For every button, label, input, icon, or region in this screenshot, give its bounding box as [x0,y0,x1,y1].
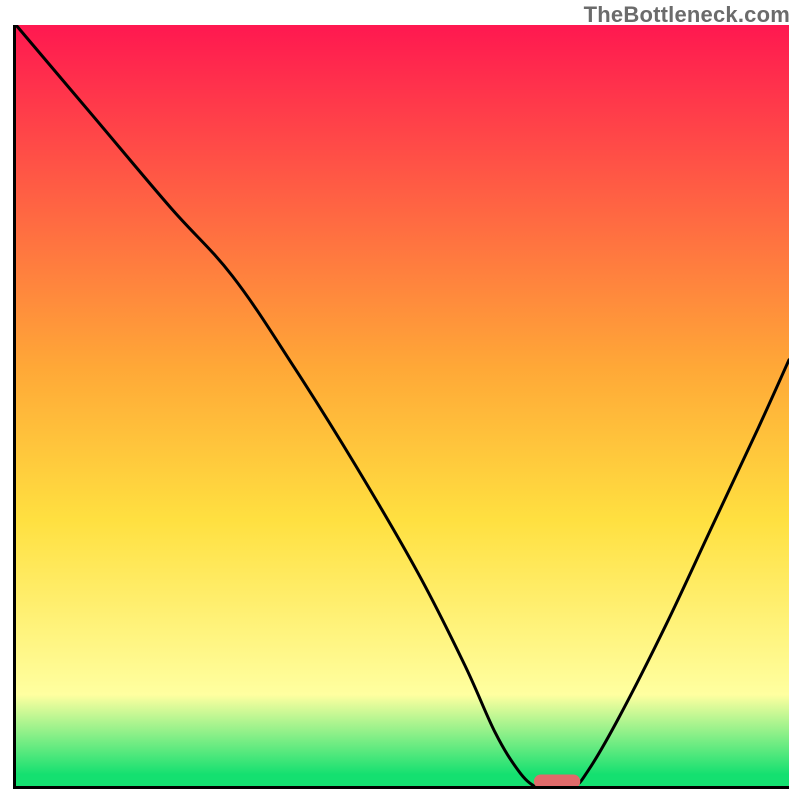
watermark-text: TheBottleneck.com [584,2,790,28]
plot-area [13,25,789,789]
chart-frame: TheBottleneck.com [0,0,800,800]
optimum-marker [534,774,580,786]
gradient-background [16,25,789,786]
chart-svg [16,25,789,786]
